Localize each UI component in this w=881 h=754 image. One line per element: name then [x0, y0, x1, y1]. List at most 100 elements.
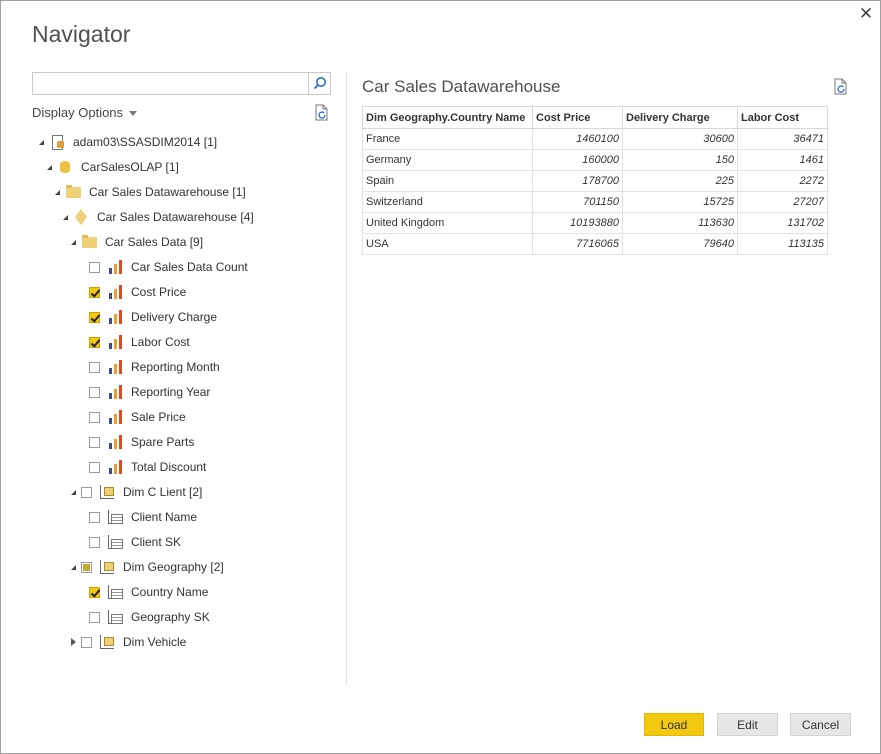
chevron-down-icon: [129, 111, 138, 117]
measure-item[interactable]: Labor Cost: [89, 332, 190, 352]
tree-node-label: adam03\SSASDIM2014 [1]: [73, 135, 218, 149]
measure-item[interactable]: Car Sales Data Count: [89, 257, 248, 277]
attribute-label: Country Name: [131, 585, 209, 599]
measure-label: Spare Parts: [131, 435, 195, 449]
column-header: Dim Geography.Country Name: [362, 106, 533, 129]
tree-node-label: Dim C Lient [2]: [123, 485, 203, 499]
search-icon[interactable]: [308, 73, 330, 94]
dimension-icon: [99, 484, 115, 500]
checkbox[interactable]: [89, 461, 100, 473]
attribute-item[interactable]: Client Name: [89, 507, 197, 527]
measure-item[interactable]: Reporting Month: [89, 357, 220, 377]
tree-node-server[interactable]: adam03\SSASDIM2014 [1]: [36, 132, 217, 152]
dialog-title: Navigator: [32, 21, 131, 47]
display-options-dropdown[interactable]: Display Options: [32, 105, 138, 120]
dimension-icon: [99, 634, 115, 650]
checkbox[interactable]: [89, 436, 100, 448]
checkbox[interactable]: [89, 386, 100, 398]
checkbox[interactable]: [89, 361, 100, 373]
attribute-item[interactable]: Geography SK: [89, 607, 210, 627]
load-button[interactable]: Load: [644, 713, 704, 736]
tree-node-database[interactable]: CarSalesOLAP [1]: [44, 157, 179, 177]
tree-node-dim-geography[interactable]: Dim Geography [2]: [68, 557, 224, 577]
tree-node-dim-vehicle[interactable]: Dim Vehicle: [68, 632, 186, 652]
tree-node-label: Dim Geography [2]: [123, 560, 224, 574]
search-input[interactable]: [33, 73, 303, 94]
table-row: Switzerland 701150 15725 27207: [362, 191, 828, 213]
table-cell: 27207: [737, 191, 828, 213]
expand-toggle-icon[interactable]: [68, 637, 78, 647]
table-cell: 1461: [737, 149, 828, 171]
tree-node-measure-group[interactable]: Car Sales Data [9]: [68, 232, 203, 252]
folder-icon: [65, 184, 81, 200]
checkbox[interactable]: [89, 311, 100, 323]
measure-item[interactable]: Spare Parts: [89, 432, 194, 452]
measure-item[interactable]: Total Discount: [89, 457, 206, 477]
measure-icon: [107, 409, 123, 425]
checkbox[interactable]: [89, 411, 100, 423]
expand-toggle-icon[interactable]: [44, 162, 54, 172]
measure-item[interactable]: Cost Price: [89, 282, 186, 302]
navigator-dialog: Navigator ✕ Display Options adam03\SSASD…: [0, 0, 881, 754]
checkbox[interactable]: [81, 636, 92, 648]
checkbox[interactable]: [89, 611, 100, 623]
table-cell: 7716065: [532, 233, 623, 255]
measure-label: Reporting Year: [131, 385, 211, 399]
expand-toggle-icon[interactable]: [36, 137, 46, 147]
checkbox[interactable]: [89, 336, 100, 348]
attribute-label: Client SK: [131, 535, 182, 549]
close-icon[interactable]: ✕: [857, 5, 875, 23]
measure-icon: [107, 309, 123, 325]
edit-button[interactable]: Edit: [717, 713, 778, 736]
refresh-icon[interactable]: [833, 78, 849, 101]
checkbox[interactable]: [89, 586, 100, 598]
tree-node-dim-client[interactable]: Dim C Lient [2]: [68, 482, 202, 502]
table-cell: 10193880: [532, 212, 623, 234]
measure-item[interactable]: Reporting Year: [89, 382, 210, 402]
tree-node-folder[interactable]: Car Sales Datawarehouse [1]: [52, 182, 246, 202]
attribute-icon: [107, 509, 123, 525]
table-row: USA 7716065 79640 113135: [362, 233, 828, 255]
attribute-item[interactable]: Country Name: [89, 582, 208, 602]
checkbox[interactable]: [89, 536, 100, 548]
attribute-label: Client Name: [131, 510, 198, 524]
measure-icon: [107, 459, 123, 475]
expand-toggle-icon[interactable]: [68, 562, 78, 572]
expand-toggle-icon[interactable]: [60, 212, 70, 222]
checkbox[interactable]: [81, 486, 92, 498]
measure-label: Reporting Month: [131, 360, 220, 374]
checkbox[interactable]: [89, 261, 100, 273]
measure-item[interactable]: Delivery Charge: [89, 307, 217, 327]
table-row: Germany 160000 150 1461: [362, 149, 828, 171]
table-cell: 30600: [622, 128, 738, 150]
tree-node-cube[interactable]: Car Sales Datawarehouse [4]: [60, 207, 254, 227]
measure-icon: [107, 359, 123, 375]
measure-item[interactable]: Sale Price: [89, 407, 186, 427]
table-cell: 79640: [622, 233, 738, 255]
tree-node-label: Car Sales Datawarehouse [4]: [97, 210, 254, 224]
measure-label: Sale Price: [131, 410, 186, 424]
refresh-icon[interactable]: [314, 104, 330, 127]
expand-toggle-icon[interactable]: [52, 187, 62, 197]
expand-toggle-icon[interactable]: [68, 487, 78, 497]
dimension-icon: [99, 559, 115, 575]
checkbox[interactable]: [89, 511, 100, 523]
search-box[interactable]: [32, 72, 331, 95]
preview-table: Dim Geography.Country Name Cost Price De…: [362, 106, 828, 255]
tree-node-label: Car Sales Data [9]: [105, 235, 204, 249]
cancel-button[interactable]: Cancel: [790, 713, 851, 736]
database-icon: [57, 159, 73, 175]
preview-title: Car Sales Datawarehouse: [362, 77, 561, 96]
column-header: Cost Price: [532, 106, 623, 129]
expand-toggle-icon[interactable]: [68, 237, 78, 247]
table-cell: 2272: [737, 170, 828, 192]
attribute-item[interactable]: Client SK: [89, 532, 181, 552]
checkbox[interactable]: [89, 286, 100, 298]
table-row: United Kingdom 10193880 113630 131702: [362, 212, 828, 234]
table-cell: Spain: [362, 170, 533, 192]
table-cell: 113630: [622, 212, 738, 234]
table-cell: Germany: [362, 149, 533, 171]
checkbox[interactable]: [81, 561, 92, 573]
table-cell: 131702: [737, 212, 828, 234]
table-cell: 225: [622, 170, 738, 192]
